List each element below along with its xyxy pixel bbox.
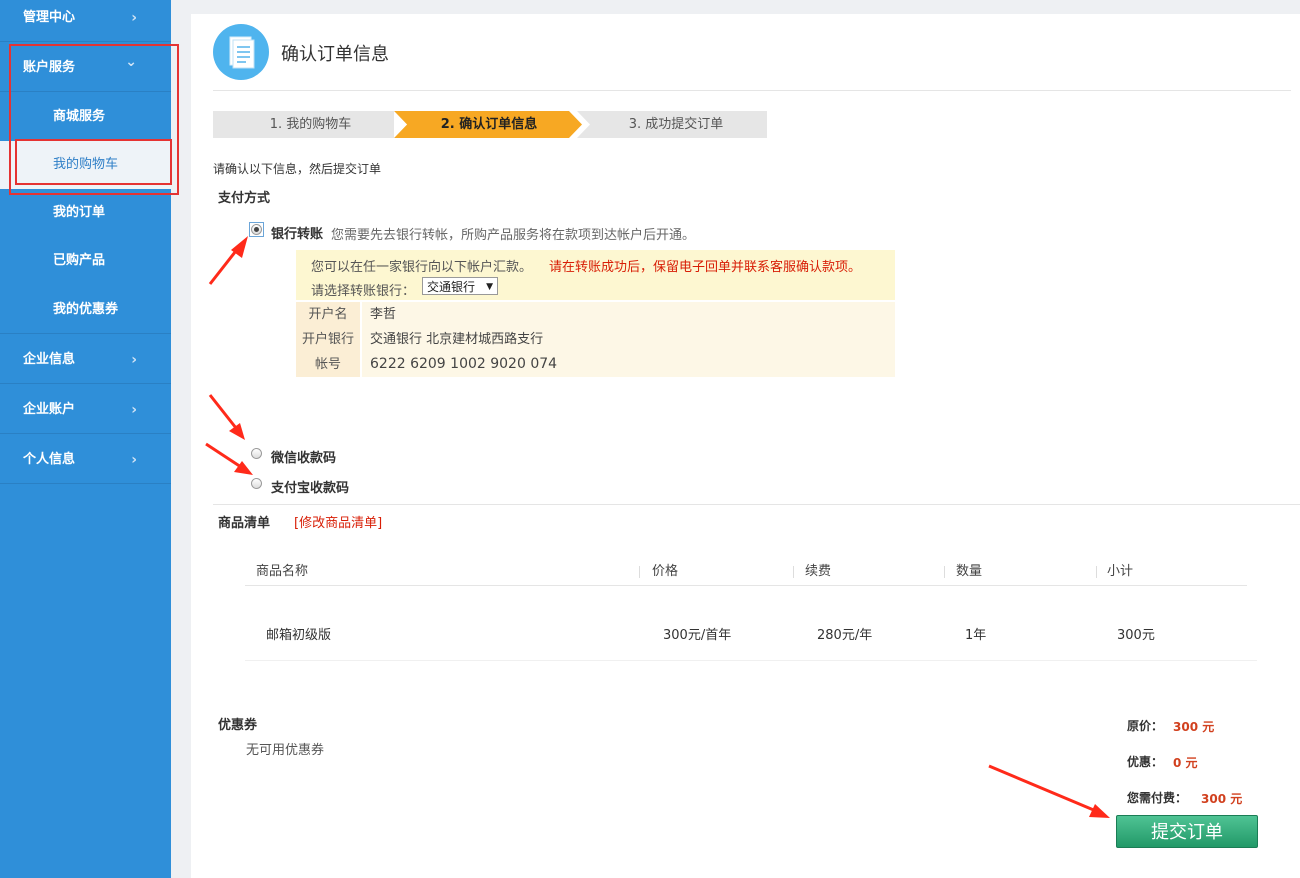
annotation-arrowhead	[1089, 804, 1110, 818]
annotation-arrow	[208, 394, 238, 429]
annotation-arrowhead	[229, 423, 245, 440]
annotation-arrows	[205, 236, 1110, 818]
annotation-arrow	[988, 764, 1097, 813]
annotation-arrow	[205, 442, 242, 469]
